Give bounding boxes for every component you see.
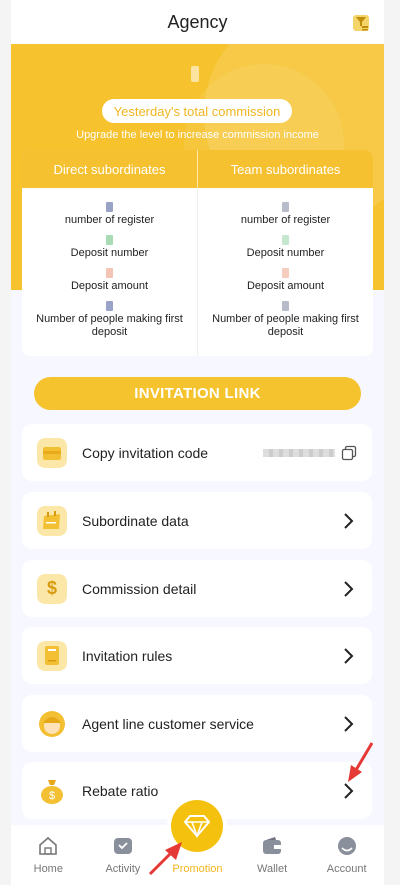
hidden-value bbox=[282, 235, 289, 245]
annotation-arrow bbox=[148, 842, 182, 876]
dollar-icon: $ bbox=[37, 573, 67, 604]
menu-agent-customer-service[interactable]: Agent line customer service bbox=[22, 695, 372, 752]
hidden-value bbox=[106, 301, 113, 311]
stat-deposit-amount: Deposit amount bbox=[22, 268, 197, 293]
calendar-icon bbox=[37, 505, 67, 536]
diamond-icon bbox=[183, 815, 211, 838]
support-agent-icon bbox=[37, 709, 67, 739]
direct-stats-column: number of register Deposit number Deposi… bbox=[22, 188, 198, 356]
tab-wallet[interactable]: Wallet bbox=[235, 825, 310, 885]
hidden-value bbox=[282, 301, 289, 311]
direct-subordinates-title[interactable]: Direct subordinates bbox=[22, 150, 198, 188]
user-icon bbox=[337, 837, 356, 855]
tab-account[interactable]: Account bbox=[309, 825, 384, 885]
commission-amount-hidden bbox=[191, 66, 199, 82]
chevron-right-icon bbox=[344, 580, 354, 597]
hidden-value bbox=[282, 202, 289, 212]
chevron-right-icon bbox=[344, 647, 354, 664]
document-icon bbox=[37, 640, 67, 671]
menu-commission-detail[interactable]: $ Commission detail bbox=[22, 560, 372, 617]
page-title: Agency bbox=[167, 11, 228, 32]
team-subordinates-title[interactable]: Team subordinates bbox=[198, 150, 373, 188]
subordinates-header: Direct subordinates Team subordinates bbox=[22, 150, 373, 188]
stat-first-deposit: Number of people making first deposit bbox=[198, 301, 373, 339]
svg-text:$: $ bbox=[49, 790, 55, 802]
stat-deposit-number: Deposit number bbox=[22, 235, 197, 260]
home-icon bbox=[39, 836, 58, 855]
tab-home[interactable]: Home bbox=[11, 825, 86, 885]
top-header: Agency bbox=[11, 0, 384, 44]
ticket-icon bbox=[37, 437, 67, 468]
hidden-value bbox=[106, 235, 113, 245]
filter-document-icon[interactable] bbox=[350, 12, 372, 34]
chevron-right-icon bbox=[344, 512, 354, 529]
invitation-link-button[interactable]: INVITATION LINK bbox=[34, 377, 361, 410]
stat-first-deposit: Number of people making first deposit bbox=[22, 301, 197, 339]
menu-copy-invitation-code[interactable]: Copy invitation code bbox=[22, 424, 372, 481]
menu-invitation-rules[interactable]: Invitation rules bbox=[22, 627, 372, 684]
invitation-code-hidden bbox=[263, 448, 335, 457]
team-stats-column: number of register Deposit number Deposi… bbox=[198, 188, 373, 356]
annotation-arrow bbox=[348, 742, 374, 782]
money-bag-icon: $ bbox=[37, 776, 67, 806]
menu-subordinate-data[interactable]: Subordinate data bbox=[22, 492, 372, 549]
chevron-right-icon bbox=[344, 715, 354, 732]
stat-register: number of register bbox=[198, 202, 373, 227]
stat-register: number of register bbox=[22, 202, 197, 227]
hidden-value bbox=[106, 202, 113, 212]
stat-deposit-number: Deposit number bbox=[198, 235, 373, 260]
subordinates-card: Direct subordinates Team subordinates nu… bbox=[22, 150, 373, 356]
stat-deposit-amount: Deposit amount bbox=[198, 268, 373, 293]
upgrade-hint: Upgrade the level to increase commission… bbox=[76, 129, 319, 141]
gift-icon bbox=[113, 838, 132, 854]
wallet-icon bbox=[263, 837, 282, 854]
hidden-value bbox=[106, 268, 113, 278]
agency-screen: Agency Yesterday's total commission Upgr… bbox=[11, 0, 384, 885]
copy-icon[interactable] bbox=[341, 445, 357, 461]
hidden-value bbox=[282, 268, 289, 278]
subordinates-stats: number of register Deposit number Deposi… bbox=[22, 188, 373, 356]
yesterday-commission-pill: Yesterday's total commission bbox=[102, 99, 292, 123]
